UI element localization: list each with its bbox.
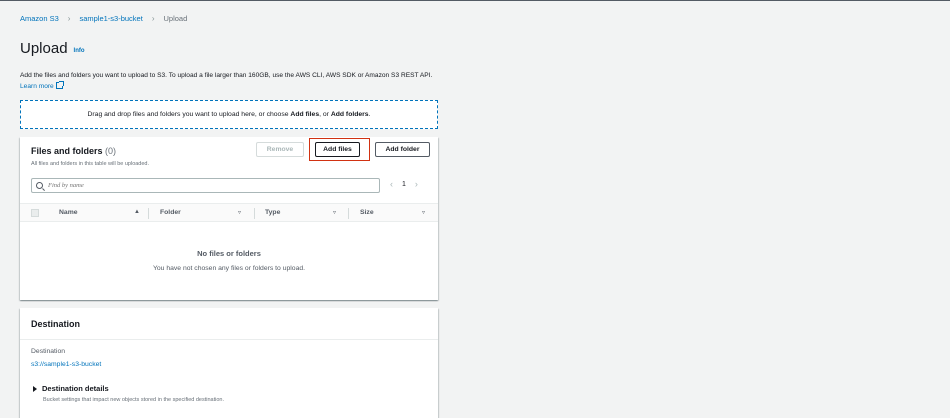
breadcrumb: Amazon S3 › sample1-s3-bucket › Upload bbox=[20, 14, 187, 23]
info-link[interactable]: Info bbox=[74, 48, 85, 54]
destination-details-toggle[interactable]: Destination details bbox=[33, 384, 109, 393]
destination-panel: Destination Destination s3://sample1-s3-… bbox=[20, 308, 438, 418]
add-folder-button[interactable]: Add folder bbox=[375, 142, 430, 157]
title-row: Upload Info bbox=[20, 40, 85, 57]
search-box bbox=[31, 178, 380, 193]
dropzone-add-folders: Add folders bbox=[330, 111, 369, 118]
sort-icon[interactable]: ▿ bbox=[422, 209, 425, 216]
add-files-button[interactable]: Add files bbox=[315, 142, 360, 157]
dropzone-mid: , or bbox=[319, 111, 329, 118]
pagination: ‹ 1 › bbox=[390, 179, 418, 189]
sort-icon[interactable]: ▿ bbox=[333, 209, 336, 216]
empty-state-title: No files or folders bbox=[197, 249, 261, 258]
learn-more-label: Learn more bbox=[20, 83, 54, 90]
description-text: Add the files and folders you want to up… bbox=[20, 72, 433, 79]
breadcrumb-bucket[interactable]: sample1-s3-bucket bbox=[79, 14, 142, 23]
column-divider bbox=[254, 208, 255, 219]
destination-link[interactable]: s3://sample1-s3-bucket bbox=[31, 361, 101, 368]
files-count: (0) bbox=[105, 146, 117, 156]
breadcrumb-current: Upload bbox=[163, 14, 188, 23]
destination-details-subtitle: Bucket settings that impact new objects … bbox=[43, 397, 224, 403]
page-number[interactable]: 1 bbox=[402, 181, 406, 188]
search-icon bbox=[36, 182, 43, 189]
chevron-right-icon: › bbox=[67, 14, 71, 23]
dropzone-suffix: . bbox=[368, 111, 371, 118]
chevron-right-icon: › bbox=[151, 14, 155, 23]
column-type[interactable]: Type bbox=[265, 209, 280, 216]
remove-button[interactable]: Remove bbox=[256, 142, 304, 157]
learn-more-link[interactable]: Learn more bbox=[20, 81, 64, 90]
table-header: Name ▲ Folder ▿ Type ▿ Size ▿ bbox=[20, 203, 438, 222]
upload-description: Add the files and folders you want to up… bbox=[20, 70, 440, 92]
select-all-checkbox[interactable] bbox=[31, 209, 39, 217]
files-panel-title: Files and folders (0) bbox=[31, 146, 116, 156]
dropzone-prefix: Drag and drop files and folders you want… bbox=[87, 111, 289, 118]
search-input[interactable] bbox=[48, 182, 348, 189]
destination-details-label: Destination details bbox=[42, 384, 109, 393]
destination-label: Destination bbox=[31, 348, 66, 355]
files-panel-title-text: Files and folders bbox=[31, 146, 103, 156]
sort-icon[interactable]: ▿ bbox=[238, 209, 241, 216]
destination-header: Destination bbox=[20, 308, 438, 340]
column-divider bbox=[148, 208, 149, 219]
dropzone-add-files: Add files bbox=[290, 111, 320, 118]
drop-zone[interactable]: Drag and drop files and folders you want… bbox=[20, 100, 438, 129]
files-panel-subtitle: All files and folders in this table will… bbox=[31, 161, 150, 167]
chevron-left-icon[interactable]: ‹ bbox=[390, 179, 393, 189]
breadcrumb-amazon-s3[interactable]: Amazon S3 bbox=[20, 14, 59, 23]
column-size[interactable]: Size bbox=[360, 209, 374, 216]
files-and-folders-panel: Files and folders (0) All files and fold… bbox=[20, 137, 438, 300]
column-folder[interactable]: Folder bbox=[160, 209, 181, 216]
destination-title: Destination bbox=[31, 319, 81, 329]
external-link-icon bbox=[55, 81, 64, 89]
page-title: Upload bbox=[20, 40, 68, 57]
chevron-right-icon[interactable]: › bbox=[415, 179, 418, 189]
caret-right-icon bbox=[33, 385, 37, 392]
sort-ascending-icon[interactable]: ▲ bbox=[134, 209, 140, 215]
column-name[interactable]: Name bbox=[59, 209, 78, 216]
column-divider bbox=[348, 208, 349, 219]
empty-state-subtitle: You have not chosen any files or folders… bbox=[152, 265, 306, 272]
